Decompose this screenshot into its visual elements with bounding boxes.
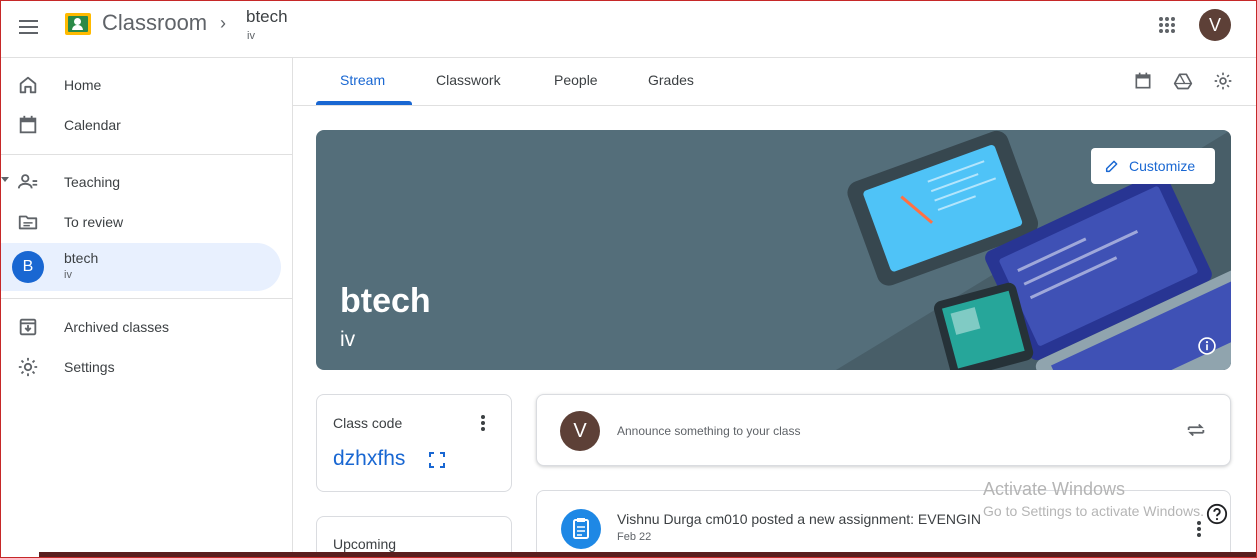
activation-watermark-title: Activate Windows xyxy=(983,479,1126,499)
tab-classwork[interactable]: Classwork xyxy=(436,72,501,88)
sidebar-divider xyxy=(1,154,292,155)
breadcrumb-class-title[interactable]: btech xyxy=(246,7,288,27)
sidebar-item-class-btech[interactable]: B btech iv xyxy=(1,243,281,291)
class-tabs: Stream Classwork People Grades xyxy=(293,58,1256,106)
main-menu-icon[interactable] xyxy=(17,15,41,39)
assignment-icon xyxy=(561,509,601,549)
banner-class-section: iv xyxy=(340,328,356,351)
sidebar-item-archived-classes[interactable]: Archived classes xyxy=(1,308,281,348)
app-window: Classroom › btech iv V Home Calendar Tea… xyxy=(0,0,1257,558)
calendar-icon[interactable] xyxy=(1133,71,1153,91)
repost-icon[interactable] xyxy=(1185,419,1207,441)
banner-class-title: btech xyxy=(340,282,431,320)
class-code-label: Class code xyxy=(333,415,403,431)
class-avatar: B xyxy=(12,251,44,283)
sidebar-item-home[interactable]: Home xyxy=(1,66,281,106)
sidebar-item-to-review[interactable]: To review xyxy=(1,203,281,243)
post-date: Feb 22 xyxy=(617,531,652,543)
post-title[interactable]: Vishnu Durga cm010 posted a new assignme… xyxy=(617,511,981,527)
people-icon xyxy=(17,174,38,189)
home-icon xyxy=(19,76,37,94)
sidebar-item-label: Archived classes xyxy=(64,319,170,335)
sidebar-divider xyxy=(1,298,292,299)
sidebar-item-label: Teaching xyxy=(64,174,121,190)
class-banner: btech iv Customize xyxy=(316,130,1231,370)
customize-label: Customize xyxy=(1129,158,1196,174)
activation-watermark-subtitle: Go to Settings to activate Windows. xyxy=(983,503,1204,519)
class-code-value[interactable]: dzhxfhs xyxy=(333,447,405,471)
active-tab-indicator xyxy=(316,101,412,105)
classroom-logo-icon[interactable] xyxy=(65,13,91,35)
more-options-icon[interactable] xyxy=(481,415,485,433)
calendar-icon xyxy=(19,115,37,134)
account-avatar[interactable]: V xyxy=(1199,9,1231,41)
sidebar-item-calendar[interactable]: Calendar xyxy=(1,106,281,146)
pencil-icon xyxy=(1105,160,1118,173)
sidebar-item-sublabel: iv xyxy=(64,269,72,281)
class-settings-gear-icon[interactable] xyxy=(1213,71,1233,91)
folder-icon xyxy=(18,215,38,230)
upcoming-label: Upcoming xyxy=(333,536,397,552)
sidebar-item-settings[interactable]: Settings xyxy=(1,348,281,388)
fullscreen-icon[interactable] xyxy=(429,452,445,468)
top-bar: Classroom › btech iv V xyxy=(1,1,1256,58)
sidebar-item-label: Settings xyxy=(64,359,115,375)
sidebar-item-teaching[interactable]: Teaching xyxy=(1,163,281,203)
sidebar: Home Calendar Teaching To review B btech… xyxy=(1,58,293,557)
tab-people[interactable]: People xyxy=(554,72,598,88)
gear-icon xyxy=(18,357,38,377)
breadcrumb-class-section: iv xyxy=(247,30,255,42)
google-apps-icon[interactable] xyxy=(1158,16,1176,34)
taskbar-strip xyxy=(39,552,1256,557)
announce-box[interactable]: V Announce something to your class xyxy=(536,394,1231,466)
archive-icon xyxy=(19,318,37,336)
info-icon[interactable] xyxy=(1197,336,1217,356)
stream-post[interactable]: Vishnu Durga cm010 posted a new assignme… xyxy=(536,490,1231,557)
app-title[interactable]: Classroom xyxy=(102,10,207,36)
sidebar-item-label: Home xyxy=(64,77,102,93)
customize-button[interactable]: Customize xyxy=(1091,148,1215,184)
breadcrumb-separator: › xyxy=(220,13,226,33)
tab-grades[interactable]: Grades xyxy=(648,72,694,88)
help-icon[interactable] xyxy=(1206,503,1228,525)
sidebar-item-label: To review xyxy=(64,214,124,230)
sidebar-item-label: Calendar xyxy=(64,117,121,133)
class-code-card: Class code dzhxfhs xyxy=(316,394,512,492)
sidebar-item-label: btech xyxy=(64,250,99,266)
avatar: V xyxy=(560,411,600,451)
drive-icon[interactable] xyxy=(1173,71,1193,91)
announce-placeholder[interactable]: Announce something to your class xyxy=(617,424,800,438)
tab-stream[interactable]: Stream xyxy=(340,72,385,88)
post-more-options-icon[interactable] xyxy=(1197,521,1201,539)
